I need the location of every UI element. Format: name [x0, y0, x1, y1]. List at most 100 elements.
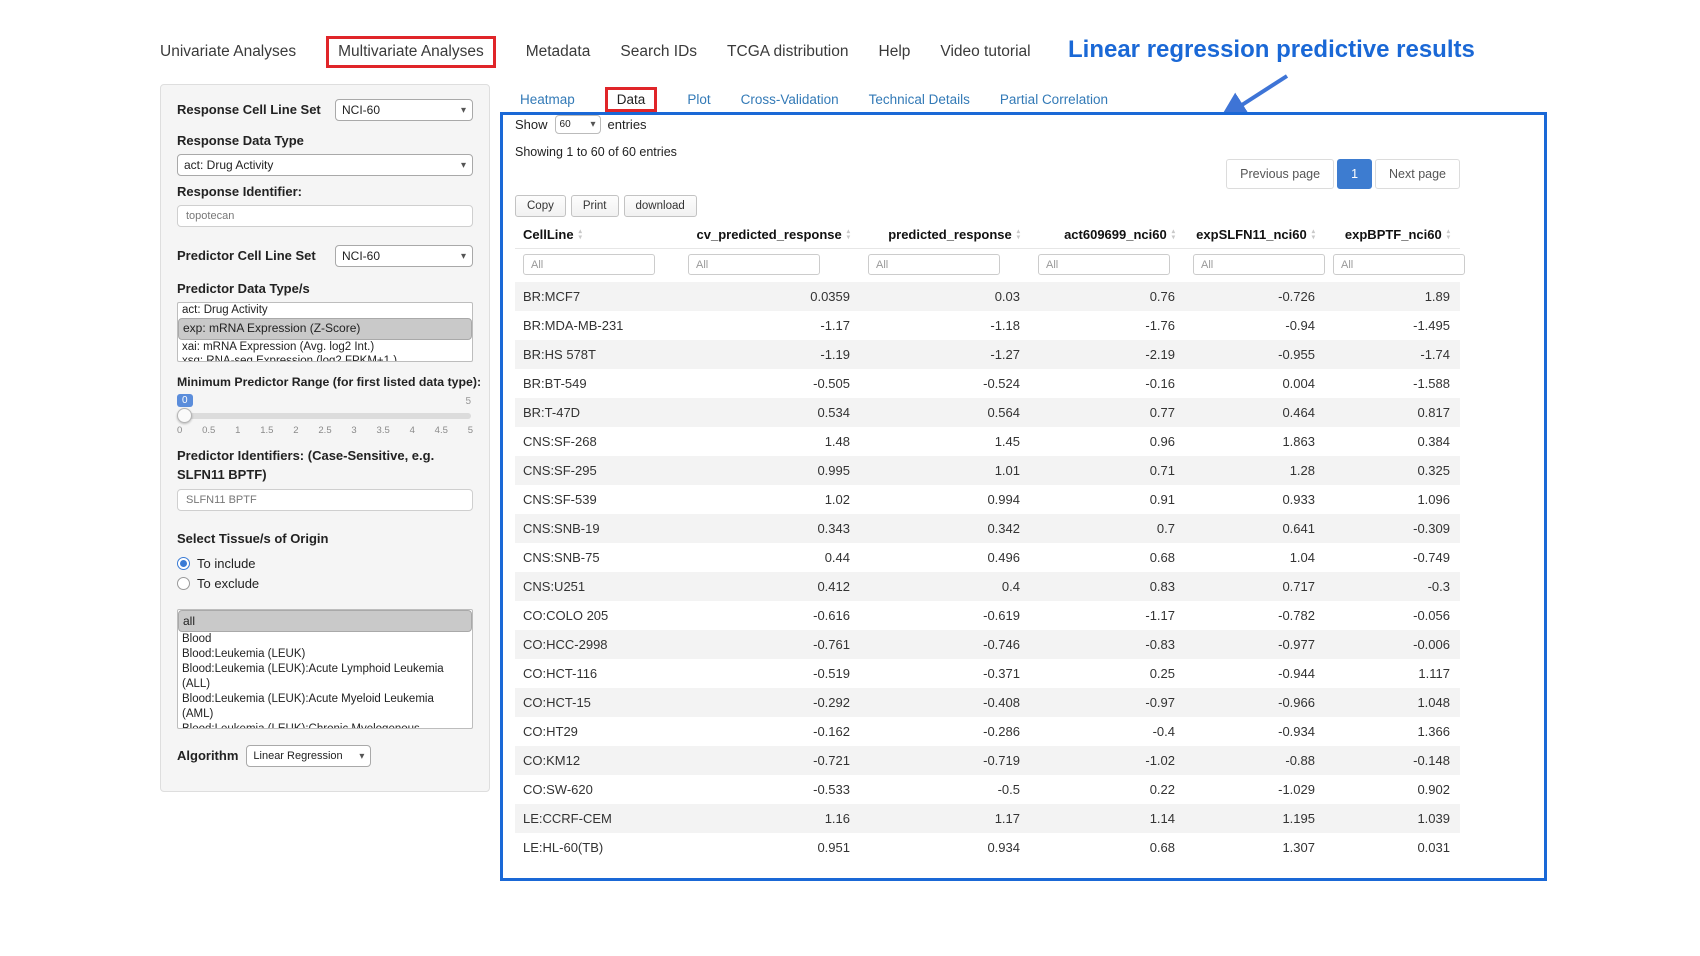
tab-heatmap[interactable]: Heatmap [520, 92, 575, 107]
page-1-button[interactable]: 1 [1337, 159, 1372, 189]
slider-track[interactable] [179, 413, 471, 419]
tissue-option-blood-leukemia-leuk-chronic-myelogenous-leukemia-cml[interactable]: Blood:Leukemia (LEUK):Chronic Myelogenou… [178, 722, 472, 729]
algorithm-select[interactable]: Linear Regression ▾ [246, 745, 371, 767]
value-cell: 0.25 [1030, 659, 1185, 688]
column-header-act609699-nci60[interactable]: act609699_nci60 ▴▾ [1030, 221, 1185, 249]
predictor-data-type-option-act-drug-activity[interactable]: act: Drug Activity [178, 303, 472, 318]
sort-icon[interactable]: ▴▾ [1312, 229, 1315, 240]
results-table-wrap: CellLine▴▾cv_predicted_response▴▾predict… [515, 221, 1460, 862]
slider-ticks: 00.511.522.533.544.55 [177, 425, 473, 436]
copy-button[interactable]: Copy [515, 195, 566, 217]
page-length-value: 60 [560, 119, 571, 130]
tissue-option-blood-leukemia-leuk-acute-lymphoid-leukemia-all[interactable]: Blood:Leukemia (LEUK):Acute Lymphoid Leu… [178, 662, 472, 692]
predictor-data-types-listbox: act: Drug Activityexp: mRNA Expression (… [177, 302, 473, 362]
radio-to-exclude[interactable]: To exclude [177, 573, 473, 593]
predictor-data-type-option-exp-mrna-expression-z-score[interactable]: exp: mRNA Expression (Z-Score) [178, 318, 472, 340]
chevron-down-icon: ▾ [461, 105, 466, 116]
tab-partial-correlation[interactable]: Partial Correlation [1000, 92, 1108, 107]
nav-item-metadata[interactable]: Metadata [526, 43, 591, 61]
tab-plot[interactable]: Plot [687, 92, 710, 107]
value-cell: 0.0359 [680, 282, 860, 311]
nav-item-multivariate-analyses[interactable]: Multivariate Analyses [326, 36, 496, 68]
tissue-option-blood-leukemia-leuk[interactable]: Blood:Leukemia (LEUK) [178, 647, 472, 662]
column-header-expslfn11-nci60[interactable]: expSLFN11_nci60▴▾ [1185, 221, 1325, 249]
response-data-type-select[interactable]: act: Drug Activity ▾ [177, 154, 473, 176]
tissue-option-blood[interactable]: Blood [178, 632, 472, 647]
nav-item-video-tutorial[interactable]: Video tutorial [940, 43, 1030, 61]
next-page-button[interactable]: Next page [1375, 159, 1460, 189]
value-cell: 1.195 [1185, 804, 1325, 833]
table-row: CNS:SNB-190.3430.3420.70.641-0.309 [515, 514, 1460, 543]
filter-input-predicted-response[interactable] [868, 254, 1000, 275]
nav-item-search-ids[interactable]: Search IDs [620, 43, 697, 61]
response-identifier-input[interactable] [177, 205, 473, 227]
value-cell: -1.495 [1325, 311, 1460, 340]
column-header-cv-predicted-response[interactable]: cv_predicted_response▴▾ [680, 221, 860, 249]
sort-icon[interactable]: ▴▾ [847, 229, 850, 240]
print-button[interactable]: Print [571, 195, 619, 217]
filter-input-expslfn11-nci60[interactable] [1193, 254, 1325, 275]
value-cell: 0.03 [860, 282, 1030, 311]
value-cell: 0.496 [860, 543, 1030, 572]
chevron-down-icon: ▾ [359, 751, 364, 762]
tissue-option-blood-leukemia-leuk-acute-myeloid-leukemia-aml[interactable]: Blood:Leukemia (LEUK):Acute Myeloid Leuk… [178, 692, 472, 722]
slider-tick: 2.5 [318, 425, 331, 436]
tissue-option-all[interactable]: all [178, 610, 472, 632]
filter-input-expbptf-nci60[interactable] [1333, 254, 1465, 275]
predictor-data-type-option-xai-mrna-expression-avg-log2-int[interactable]: xai: mRNA Expression (Avg. log2 Int.) [178, 340, 472, 355]
radio-to-include[interactable]: To include [177, 553, 473, 573]
table-row: CO:COLO 205-0.616-0.619-1.17-0.782-0.056 [515, 601, 1460, 630]
value-cell: -0.286 [860, 717, 1030, 746]
predictor-identifiers-input[interactable] [177, 489, 473, 511]
tab-technical-details[interactable]: Technical Details [869, 92, 970, 107]
value-cell: 1.307 [1185, 833, 1325, 862]
previous-page-button[interactable]: Previous page [1226, 159, 1334, 189]
show-entries-row: Show 60 ▾ entries [515, 115, 647, 134]
value-cell: 1.48 [680, 427, 860, 456]
filter-input-cv-predicted-response[interactable] [688, 254, 820, 275]
page-length-select[interactable]: 60 ▾ [555, 115, 601, 134]
value-cell: -0.944 [1185, 659, 1325, 688]
radio-selected-icon [177, 557, 190, 570]
download-button[interactable]: download [624, 195, 697, 217]
column-header-cellline[interactable]: CellLine▴▾ [515, 221, 680, 249]
value-cell: -0.006 [1325, 630, 1460, 659]
value-cell: 0.902 [1325, 775, 1460, 804]
value-cell: 0.031 [1325, 833, 1460, 862]
radio-unselected-icon [177, 577, 190, 590]
filter-input-act609699-nci60[interactable] [1038, 254, 1170, 275]
tab-data[interactable]: Data [605, 87, 658, 112]
predictor-data-type-option-xsq-rna-seq-expression-log2-fpkm-1[interactable]: xsq: RNA-seq Expression (log2 FPKM+1.) [178, 354, 472, 362]
sort-icon[interactable]: ▴▾ [579, 229, 582, 240]
sort-icon[interactable]: ▴▾ [1447, 229, 1450, 240]
nav-item-univariate-analyses[interactable]: Univariate Analyses [160, 43, 296, 61]
column-header-predicted-response[interactable]: predicted_response▴▾ [860, 221, 1030, 249]
show-label: Show [515, 117, 548, 132]
filter-input-cellline[interactable] [523, 254, 655, 275]
value-cell: -0.162 [680, 717, 860, 746]
value-cell: -1.17 [1030, 601, 1185, 630]
radio-exclude-label: To exclude [197, 576, 259, 591]
tissue-origin-label: Select Tissue/s of Origin [177, 531, 473, 547]
column-header-label: act609699_nci60 [1064, 227, 1167, 242]
nav-item-help[interactable]: Help [879, 43, 911, 61]
nav-item-tcga-distribution[interactable]: TCGA distribution [727, 43, 848, 61]
value-cell: -1.19 [680, 340, 860, 369]
tab-cross-validation[interactable]: Cross-Validation [741, 92, 839, 107]
entries-label: entries [608, 117, 647, 132]
value-cell: -0.533 [680, 775, 860, 804]
slider-handle[interactable] [177, 408, 192, 423]
value-cell: 1.45 [860, 427, 1030, 456]
table-row: CO:KM12-0.721-0.719-1.02-0.88-0.148 [515, 746, 1460, 775]
cell-line-cell: CO:HCC-2998 [515, 630, 680, 659]
column-header-expbptf-nci60[interactable]: expBPTF_nci60▴▾ [1325, 221, 1460, 249]
value-cell: 0.817 [1325, 398, 1460, 427]
sort-icon[interactable]: ▴▾ [1017, 229, 1020, 240]
sort-icon[interactable]: ▴▾ [1172, 229, 1175, 240]
value-cell: -0.292 [680, 688, 860, 717]
chevron-down-icon: ▾ [461, 160, 466, 171]
predictor-cell-line-set-select[interactable]: NCI-60 ▾ [335, 245, 473, 267]
cell-line-cell: BR:BT-549 [515, 369, 680, 398]
response-cell-line-set-select[interactable]: NCI-60 ▾ [335, 99, 473, 121]
value-cell: -0.94 [1185, 311, 1325, 340]
